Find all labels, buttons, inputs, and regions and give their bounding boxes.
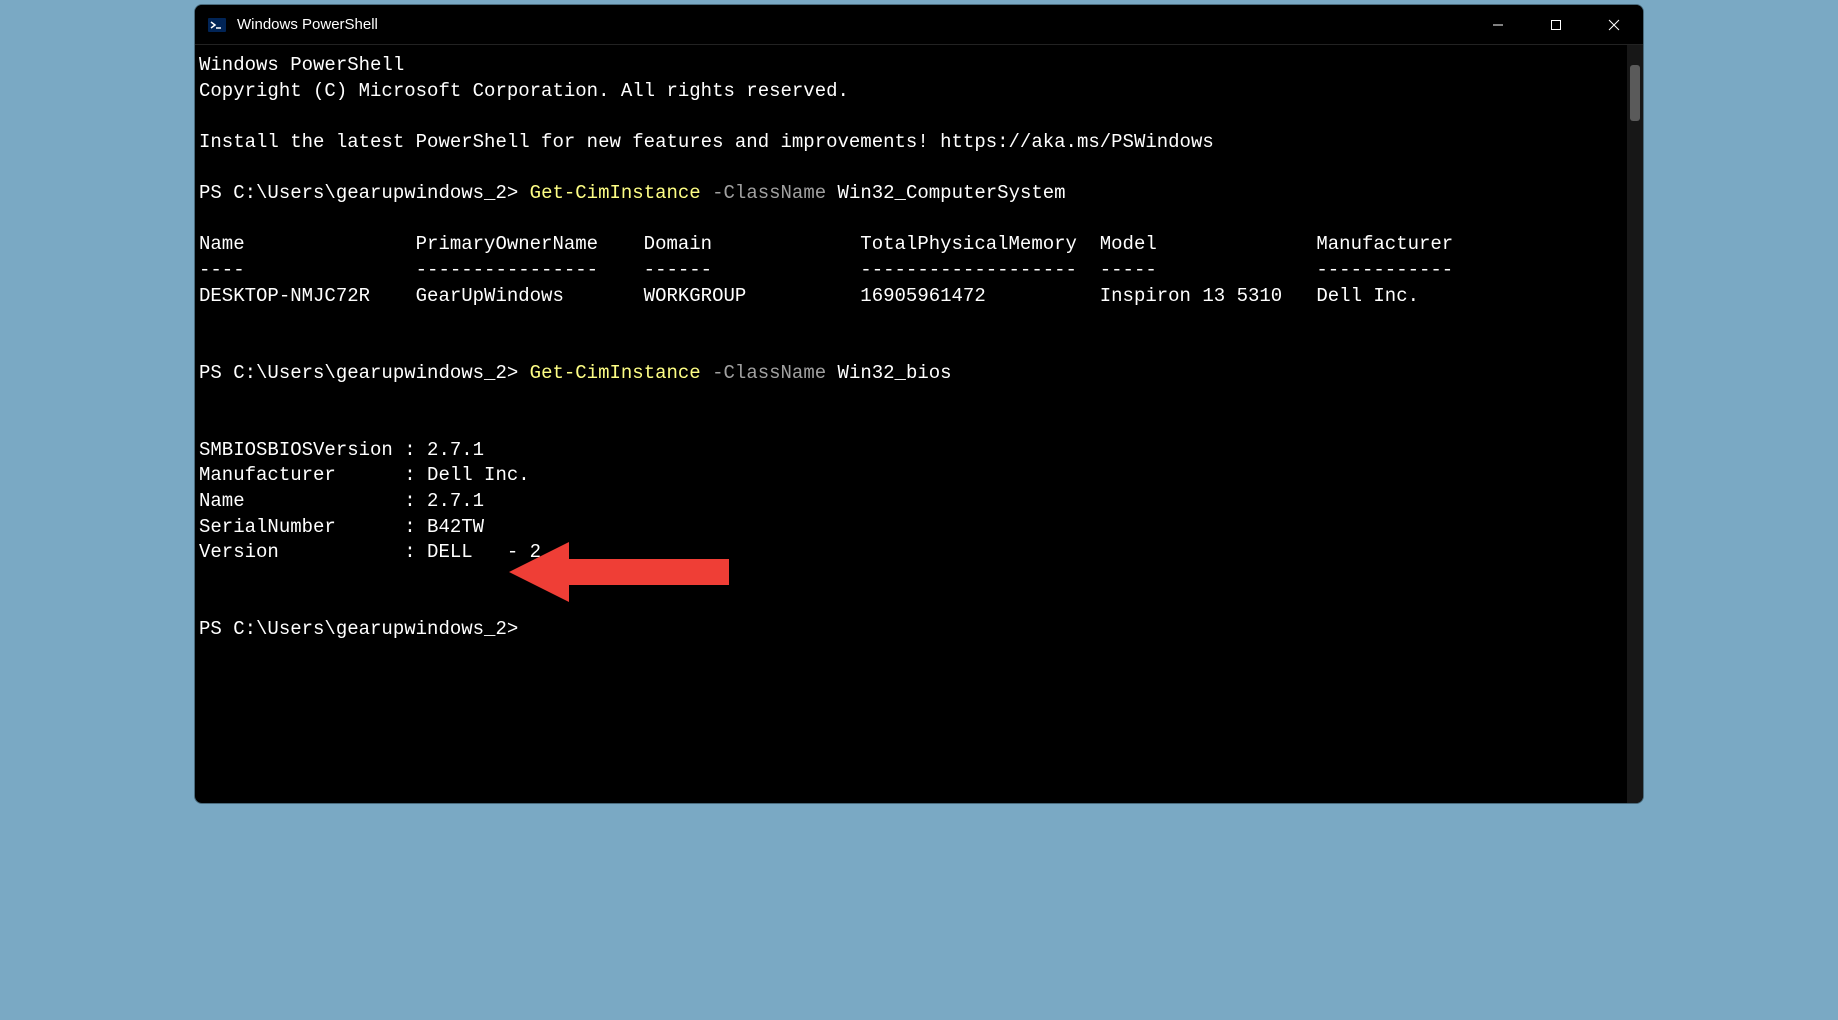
value-2: Win32_bios bbox=[838, 362, 952, 384]
scrollbar-thumb[interactable] bbox=[1630, 65, 1640, 121]
bios-manufacturer: Manufacturer : Dell Inc. bbox=[199, 464, 530, 486]
value-1: Win32_ComputerSystem bbox=[838, 182, 1066, 204]
maximize-icon bbox=[1550, 19, 1562, 31]
bios-version: Version : DELL - 2 bbox=[199, 541, 541, 563]
terminal-output[interactable]: Windows PowerShell Copyright (C) Microso… bbox=[195, 45, 1627, 803]
minimize-button[interactable] bbox=[1469, 5, 1527, 44]
prompt-1: PS C:\Users\gearupwindows_2> bbox=[199, 182, 518, 204]
cmdlet-1: Get-CimInstance bbox=[530, 182, 701, 204]
bios-smbios: SMBIOSBIOSVersion : 2.7.1 bbox=[199, 439, 484, 461]
param-1: -ClassName bbox=[712, 182, 826, 204]
table-header: Name PrimaryOwnerName Domain TotalPhysic… bbox=[199, 233, 1453, 255]
bios-name: Name : 2.7.1 bbox=[199, 490, 484, 512]
minimize-icon bbox=[1492, 19, 1504, 31]
table-row: DESKTOP-NMJC72R GearUpWindows WORKGROUP … bbox=[199, 285, 1419, 307]
window-controls bbox=[1469, 5, 1643, 44]
cmdlet-2: Get-CimInstance bbox=[530, 362, 701, 384]
bios-serialnumber: SerialNumber : B42TW bbox=[199, 516, 484, 538]
header-line-2: Copyright (C) Microsoft Corporation. All… bbox=[199, 80, 849, 102]
prompt-3: PS C:\Users\gearupwindows_2> bbox=[199, 618, 518, 640]
powershell-window: Windows PowerShell Windows PowerShell Co… bbox=[194, 4, 1644, 804]
titlebar[interactable]: Windows PowerShell bbox=[195, 5, 1643, 45]
param-2: -ClassName bbox=[712, 362, 826, 384]
close-button[interactable] bbox=[1585, 5, 1643, 44]
header-line-1: Windows PowerShell bbox=[199, 54, 404, 76]
table-divider: ---- ---------------- ------ -----------… bbox=[199, 259, 1453, 281]
red-arrow-annotation bbox=[509, 537, 739, 607]
powershell-icon bbox=[207, 15, 227, 35]
maximize-button[interactable] bbox=[1527, 5, 1585, 44]
prompt-2: PS C:\Users\gearupwindows_2> bbox=[199, 362, 518, 384]
window-title: Windows PowerShell bbox=[237, 16, 1469, 33]
install-message: Install the latest PowerShell for new fe… bbox=[199, 131, 1214, 153]
close-icon bbox=[1608, 19, 1620, 31]
vertical-scrollbar[interactable] bbox=[1627, 45, 1643, 803]
terminal-area: Windows PowerShell Copyright (C) Microso… bbox=[195, 45, 1643, 803]
